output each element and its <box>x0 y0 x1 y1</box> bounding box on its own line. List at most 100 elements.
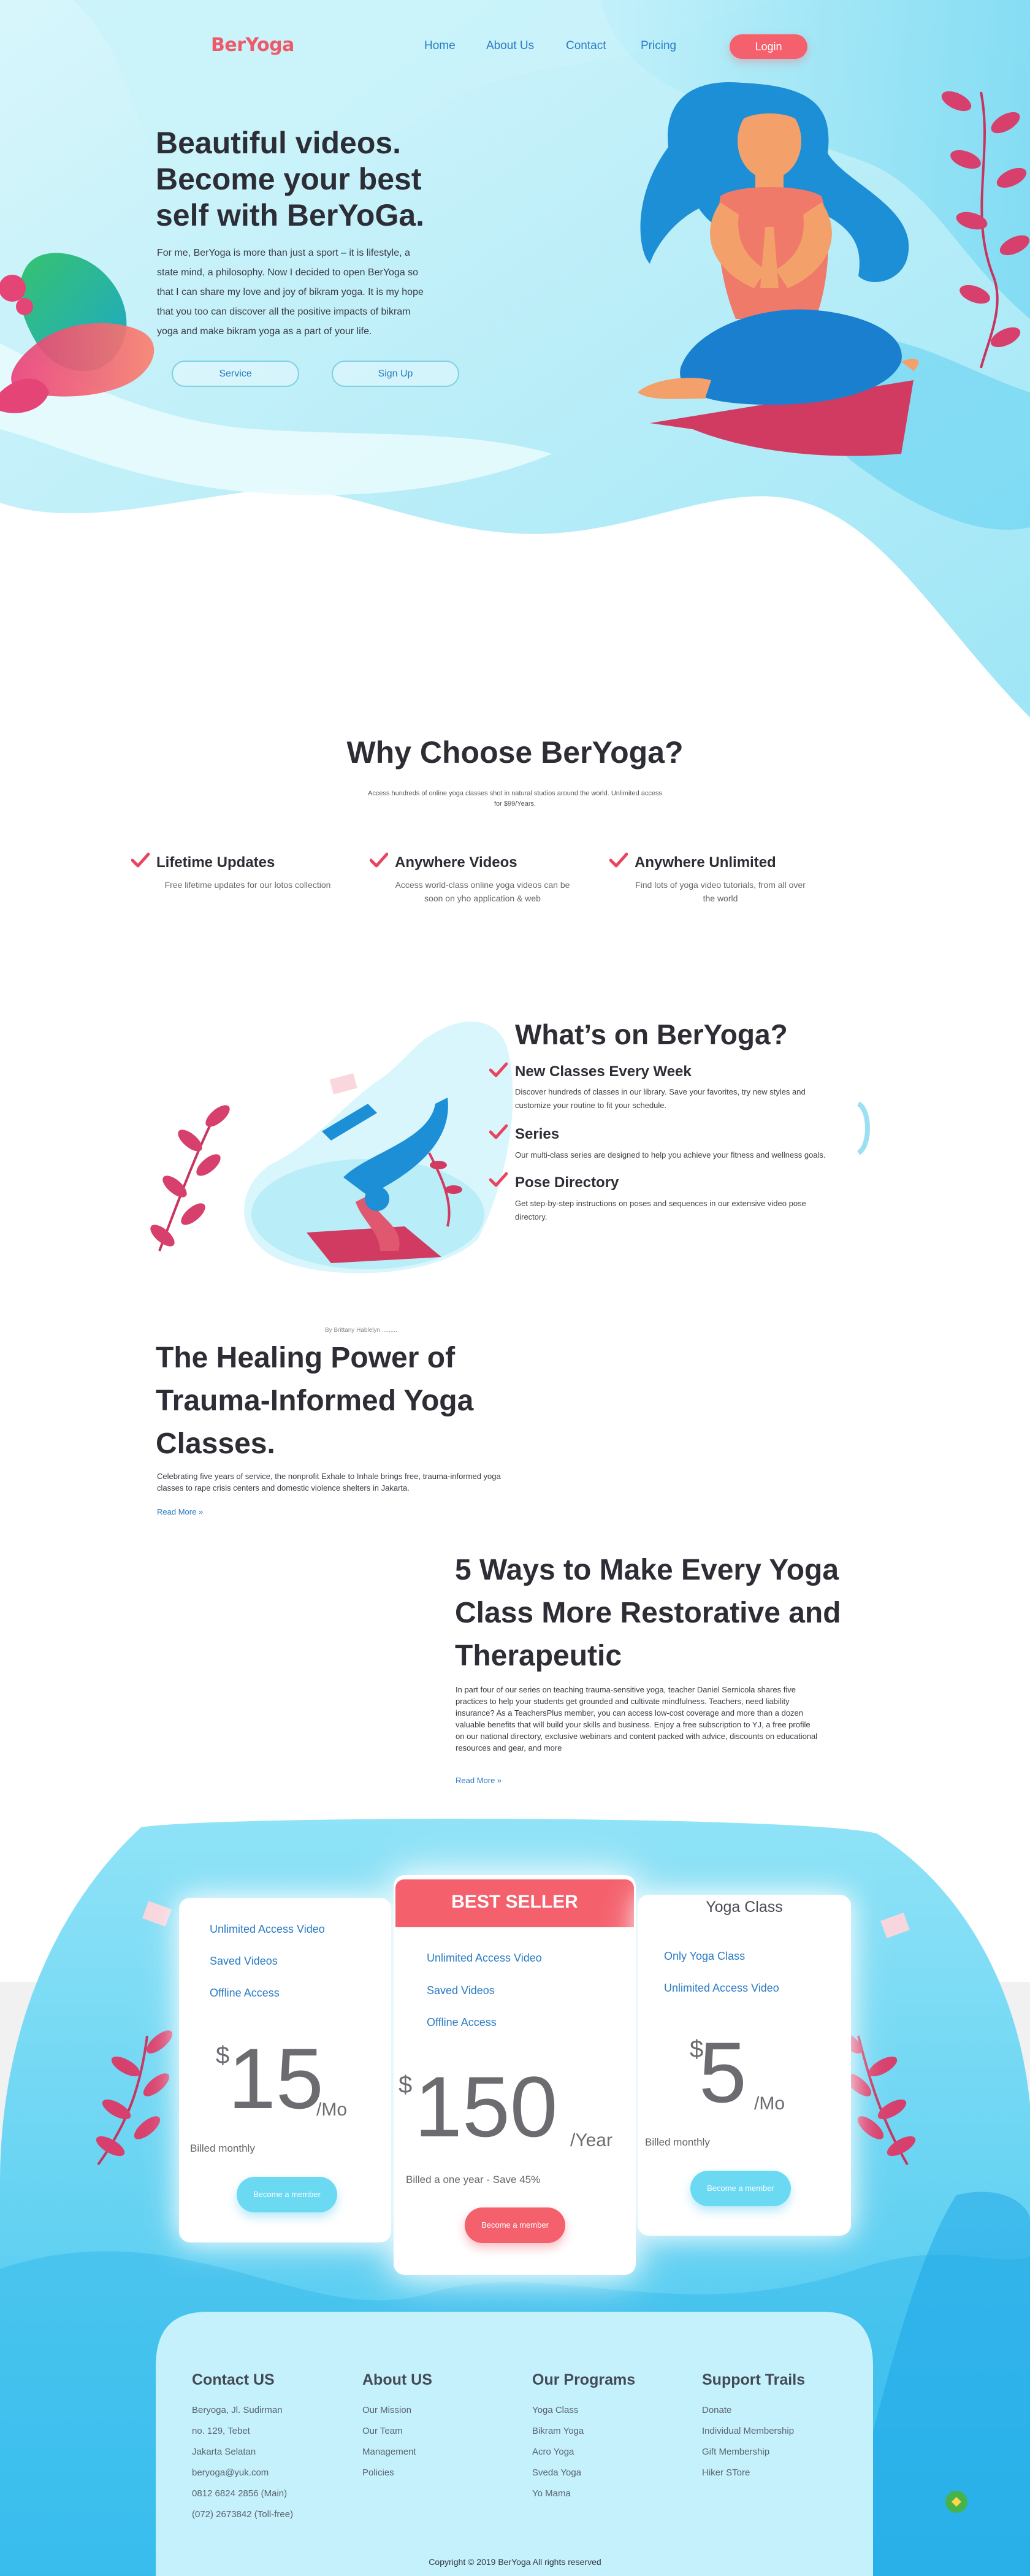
login-button[interactable]: Login <box>730 34 807 59</box>
pilates-illustration <box>244 1022 870 1274</box>
hero-text-line: yoga and make bikram yoga as a part of y… <box>157 326 372 337</box>
check-icon <box>489 1124 508 1139</box>
plan-title: Yoga Class <box>706 1898 783 1916</box>
nav-about-us[interactable]: About Us <box>486 39 534 53</box>
footer-heading: Our Programs <box>532 2371 636 2388</box>
service-button[interactable]: Service <box>172 361 299 387</box>
nav-pricing[interactable]: Pricing <box>641 39 676 53</box>
plan-feature: Only Yoga Class <box>664 1950 746 1962</box>
become-member-button[interactable]: Become a member <box>465 2207 565 2243</box>
article-title-line: Classes. <box>156 1428 275 1460</box>
article-title[interactable]: The Healing Power of Trauma-Informed Yog… <box>156 1337 585 1466</box>
billing-note: Billed monthly <box>645 2136 710 2148</box>
footer-heading: Support Trails <box>702 2371 806 2388</box>
hero-title: Beautiful videos. Become your best self … <box>156 125 475 234</box>
billing-note: Billed a one year - Save 45% <box>406 2174 541 2185</box>
article-text-line: practices to help your students get grou… <box>456 1697 790 1706</box>
article-title-line: Class More Restorative and <box>455 1597 841 1629</box>
feature-text: Free lifetime updates for our lotos coll… <box>156 878 340 892</box>
hero-text-line: that you too can discover all the positi… <box>157 307 411 317</box>
price-amount: 5 <box>699 2024 747 2120</box>
feature-text-line: the world <box>703 893 738 903</box>
feature-text-line: Free lifetime updates for our lotos coll… <box>164 880 331 890</box>
article-excerpt: In part four of our series on teaching t… <box>456 1684 885 1754</box>
whats-on-title: What’s on BerYoga? <box>515 1019 788 1050</box>
feature-text: Find lots of yoga video tutorials, from … <box>628 878 812 905</box>
read-more-link[interactable]: Read More » <box>157 1507 203 1516</box>
check-icon <box>370 852 388 868</box>
article-text-line: on our national directory, exclusive web… <box>456 1732 818 1741</box>
billing-note: Billed monthly <box>190 2142 255 2154</box>
feature-title: Anywhere Unlimited <box>635 854 776 871</box>
footer-phone[interactable]: 0812 6824 2856 (Main) <box>192 2483 293 2504</box>
hero-title-line: self with BerYoGa. <box>156 198 425 232</box>
check-icon <box>489 1172 508 1187</box>
price-currency: $ <box>216 2042 230 2069</box>
price-currency: $ <box>399 2071 413 2098</box>
price-period: /Year <box>570 2130 612 2150</box>
footer-link[interactable]: Hiker STore <box>702 2463 794 2483</box>
footer-about-list: Our Mission Our Team Management Policies <box>362 2400 416 2483</box>
footer-item: Jakarta Selatan <box>192 2447 256 2457</box>
plan-feature: Unlimited Access Video <box>664 1982 779 1994</box>
become-member-button[interactable]: Become a member <box>237 2177 337 2212</box>
become-member-button[interactable]: Become a member <box>690 2171 791 2206</box>
plan-feature: Unlimited Access Video <box>210 1923 325 1935</box>
feature-title: Anywhere Videos <box>395 854 517 871</box>
footer-link[interactable]: Gift Membership <box>702 2442 794 2463</box>
footer-link[interactable]: Acro Yoga <box>532 2442 584 2463</box>
hero-text-line: state mind, a philosophy. Now I decided … <box>157 267 419 278</box>
plan-feature: Offline Access <box>210 1987 280 1999</box>
footer-contact-list: Beryoga, Jl. Sudirman no. 129, Tebet Jak… <box>192 2400 293 2525</box>
check-icon <box>609 852 628 868</box>
plan-feature: Saved Videos <box>210 1955 278 1967</box>
footer-link[interactable]: Sveda Yoga <box>532 2463 584 2483</box>
footer-link[interactable]: Bikram Yoga <box>532 2421 584 2442</box>
copyright-text: Copyright © 2019 BerYoga All rights rese… <box>429 2557 601 2567</box>
price-amount: 15 <box>228 2030 324 2127</box>
plan-feature: Offline Access <box>427 2016 497 2028</box>
article-title-line: Trauma-Informed Yoga <box>156 1385 474 1417</box>
whats-on-item-text: Get step-by-step instructions on poses a… <box>515 1197 858 1224</box>
brand-logo[interactable]: BerYoga <box>211 34 294 56</box>
footer-link[interactable]: Yoga Class <box>532 2400 584 2421</box>
article-title[interactable]: 5 Ways to Make Every Yoga Class More Res… <box>455 1549 896 1678</box>
whats-on-item-text: Discover hundreds of classes in our libr… <box>515 1085 858 1112</box>
footer-link[interactable]: Our Team <box>362 2421 416 2442</box>
signup-button[interactable]: Sign Up <box>332 361 459 387</box>
whats-on-item-text: Our multi-class series are designed to h… <box>515 1148 858 1162</box>
whats-on-item-title: New Classes Every Week <box>515 1063 692 1080</box>
hero-title-line: Become your best <box>156 162 422 196</box>
nav-home[interactable]: Home <box>424 39 456 53</box>
footer-link[interactable]: Policies <box>362 2463 416 2483</box>
hero-text-line: that I can share my love and joy of bikr… <box>157 287 424 297</box>
article-title-line: Therapeutic <box>455 1640 622 1672</box>
article-title-line: 5 Ways to Make Every Yoga <box>455 1554 839 1586</box>
feature-text-line: Find lots of yoga video tutorials, from … <box>635 880 806 890</box>
why-title: Why Choose BerYoga? <box>346 735 684 770</box>
hero-description: For me, BerYoga is more than just a spor… <box>157 243 464 342</box>
price-period: /Mo <box>754 2093 785 2114</box>
footer-email[interactable]: beryoga@yuk.com <box>192 2463 293 2483</box>
feature-text: Access world-class online yoga videos ca… <box>391 878 574 905</box>
footer-link[interactable]: Donate <box>702 2400 794 2421</box>
nav-contact[interactable]: Contact <box>566 39 606 53</box>
footer-item: no. 129, Tebet <box>192 2426 250 2436</box>
footer-heading: About US <box>362 2371 432 2388</box>
check-icon <box>131 852 150 868</box>
hero-title-line: Beautiful videos. <box>156 126 402 160</box>
footer-link[interactable]: Management <box>362 2442 416 2463</box>
whats-on-text-line: Our multi-class series are designed to h… <box>515 1150 826 1160</box>
footer-link[interactable]: Individual Membership <box>702 2421 794 2442</box>
footer-support-list: Donate Individual Membership Gift Member… <box>702 2400 794 2483</box>
footer-link[interactable]: Our Mission <box>362 2400 416 2421</box>
read-more-link[interactable]: Read More » <box>456 1776 502 1785</box>
whats-on-text-line: Discover hundreds of classes in our libr… <box>515 1087 806 1096</box>
footer-link[interactable]: Yo Mama <box>532 2483 584 2504</box>
plan-feature: Saved Videos <box>427 1984 495 1997</box>
footer-heading: Contact US <box>192 2371 275 2388</box>
article-title-line: The Healing Power of <box>156 1342 456 1374</box>
footer-phone[interactable]: (072) 2673842 (Toll-free) <box>192 2504 293 2525</box>
article-text-line: classes to rape crisis centers and domes… <box>157 1483 410 1492</box>
best-seller-badge: BEST SELLER <box>395 1879 634 1927</box>
